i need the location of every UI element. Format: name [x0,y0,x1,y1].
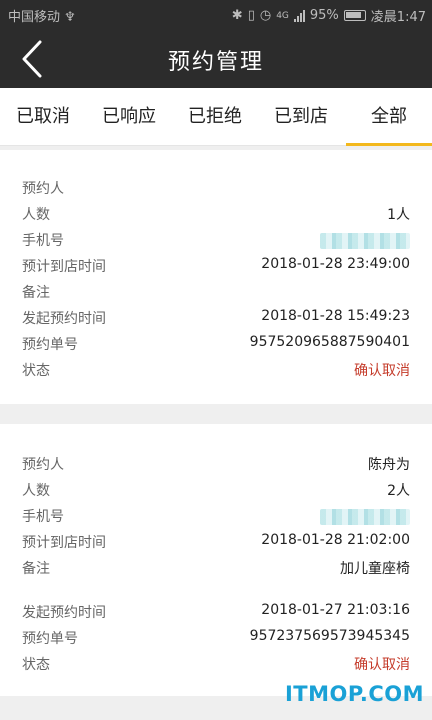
status-icons: ✱ ▯ ◷ 4G 95% 凌晨1:47 [232,6,426,25]
field-label: 发起预约时间 [22,311,106,327]
carrier-label: 中国移动 ♆ [8,10,76,25]
field-value: 2018-01-28 15:49:23 [261,308,410,324]
field-value: 2人 [387,483,410,499]
field-label: 备注 [22,285,50,301]
field-label: 预约人 [22,457,64,473]
field-value: 957520965887590401 [249,334,410,350]
filter-tabs: 已取消 已响应 已拒绝 已到店 全部 [0,88,432,146]
phone-number-redacted [320,233,410,249]
field-label: 预约单号 [22,337,78,353]
reservation-card[interactable]: 预约人 陈舟为 人数 2人 手机号 预计到店时间 2018-01-28 21:0… [0,424,432,696]
field-row-reserver: 预约人 [22,178,410,200]
field-value: 2018-01-28 23:49:00 [261,256,410,272]
tab-arrived[interactable]: 已到店 [258,88,344,146]
field-row-status: 状态 确认取消 [22,360,410,382]
field-label: 预计到店时间 [22,535,106,551]
field-value: 陈舟为 [368,457,410,473]
tab-rejected[interactable]: 已拒绝 [172,88,258,146]
watermark-logo: ITMOP.COM [284,682,424,706]
field-row-remarks: 备注 加儿童座椅 [22,558,410,580]
battery-percent: 95% [309,8,339,23]
page-title: 预约管理 [167,50,264,75]
field-label: 人数 [22,207,50,223]
field-row-phone: 手机号 [22,230,410,252]
status-value: 确认取消 [354,657,410,673]
field-value: 加儿童座椅 [340,561,410,577]
field-value: 2018-01-27 21:03:16 [261,602,410,618]
battery-icon [343,10,366,21]
field-label: 状态 [22,363,50,379]
vibrate-icon: ▯ [247,8,255,23]
field-row-order-number: 预约单号 957520965887590401 [22,334,410,356]
reservation-card[interactable]: 预约人 人数 1人 手机号 预计到店时间 2018-01-28 23:49:00… [0,150,432,404]
tab-responded[interactable]: 已响应 [86,88,172,146]
field-label: 预约人 [22,181,64,197]
field-row-status: 状态 确认取消 [22,654,410,676]
field-row-created-time: 发起预约时间 2018-01-28 15:49:23 [22,308,410,330]
field-value: 2018-01-28 21:02:00 [261,532,410,548]
field-label: 手机号 [22,509,64,525]
status-bar: 中国移动 ♆ ✱ ▯ ◷ 4G 95% 凌晨1:47 [0,0,432,30]
field-label: 预计到店时间 [22,259,106,275]
field-row-phone: 手机号 [22,506,410,528]
field-row-reserver: 预约人 陈舟为 [22,454,410,476]
field-row-expected-time: 预计到店时间 2018-01-28 23:49:00 [22,256,410,278]
clock-time: 凌晨1:47 [370,10,426,25]
field-label: 状态 [22,657,50,673]
alarm-icon: ◷ [259,8,272,23]
field-row-party-size: 人数 1人 [22,204,410,226]
field-row-order-number: 预约单号 957237569573945345 [22,628,410,650]
navigation-bar: 预约管理 [0,30,432,88]
field-label: 发起预约时间 [22,605,106,621]
field-value: 1人 [387,207,410,223]
status-value: 确认取消 [354,363,410,379]
field-row-expected-time: 预计到店时间 2018-01-28 21:02:00 [22,532,410,554]
tab-cancelled[interactable]: 已取消 [0,88,86,146]
field-label: 备注 [22,561,50,577]
tab-all[interactable]: 全部 [346,88,432,146]
signal-icon [293,9,305,22]
phone-number-redacted [320,509,410,525]
field-label: 预约单号 [22,631,78,647]
field-label: 人数 [22,483,50,499]
field-row-created-time: 发起预约时间 2018-01-27 21:03:16 [22,602,410,624]
field-row-party-size: 人数 2人 [22,480,410,502]
top-bar: 中国移动 ♆ ✱ ▯ ◷ 4G 95% 凌晨1:47 预约管理 [0,0,432,88]
field-value: 957237569573945345 [249,628,410,644]
bluetooth-icon: ✱ [231,8,243,23]
field-label: 手机号 [22,233,64,249]
network-type-label: 4G [276,10,289,21]
field-row-remarks: 备注 [22,282,410,304]
